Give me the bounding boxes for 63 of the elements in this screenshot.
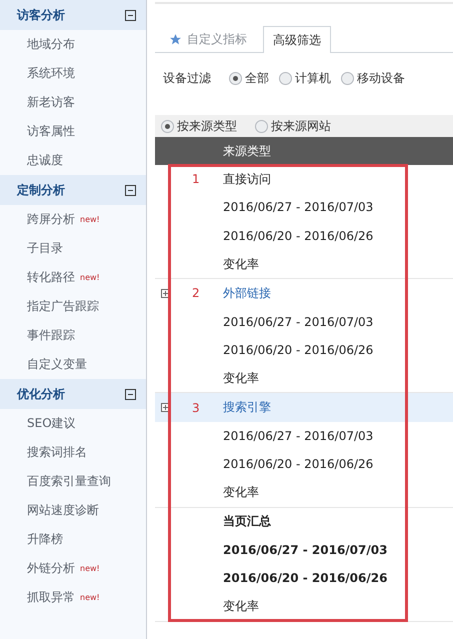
collapse-icon[interactable] bbox=[125, 184, 136, 196]
rank-number: 1 bbox=[192, 172, 201, 186]
sidebar-item[interactable]: 百度索引量查询 bbox=[27, 473, 111, 490]
sidebar-item[interactable]: 升降榜 bbox=[27, 531, 63, 548]
table-cell: 2016/06/20 - 2016/06/26 bbox=[223, 228, 374, 243]
rank-number: 2 bbox=[192, 286, 201, 300]
table-cell: 变化率 bbox=[223, 370, 259, 387]
sidebar-item[interactable]: 子目录 bbox=[27, 240, 63, 257]
new-label: new! bbox=[80, 215, 100, 224]
section-title: 优化分析 bbox=[17, 386, 65, 402]
section-header[interactable]: 访客分析 bbox=[0, 0, 146, 30]
table-cell: 变化率 bbox=[223, 598, 259, 616]
table-cell: 2016/06/20 - 2016/06/26 bbox=[223, 457, 374, 472]
table-cell: 2016/06/20 - 2016/06/26 bbox=[223, 342, 374, 357]
tab[interactable]: 高级筛选 bbox=[263, 26, 331, 53]
sidebar-item[interactable]: SEO建议 bbox=[27, 415, 76, 432]
table-cell: 2016/06/27 - 2016/07/03 bbox=[223, 200, 374, 214]
sidebar-item[interactable]: 指定广告跟踪 bbox=[27, 298, 99, 315]
radio-option[interactable]: 全部 bbox=[229, 70, 269, 86]
table-cell: 2016/06/27 - 2016/07/03 bbox=[223, 543, 388, 557]
sidebar-item[interactable]: 系统环境 bbox=[27, 65, 75, 82]
table-cell: 变化率 bbox=[223, 484, 259, 501]
tab[interactable]: 自定义指标 bbox=[159, 25, 257, 52]
radio-option[interactable]: 计算机 bbox=[279, 70, 331, 86]
sidebar-item[interactable]: 跨屏分析 bbox=[27, 211, 75, 228]
sidebar-item[interactable]: 外链分析 bbox=[27, 560, 75, 577]
section-header[interactable]: 优化分析 bbox=[0, 379, 146, 409]
new-label: new! bbox=[80, 273, 100, 282]
column-header: 来源类型 bbox=[223, 142, 271, 160]
source-name: 直接访问 bbox=[223, 170, 271, 188]
collapse-icon[interactable] bbox=[125, 388, 136, 400]
sidebar-item[interactable]: 搜索词排名 bbox=[27, 444, 87, 461]
new-label: new! bbox=[80, 593, 100, 602]
table-cell: 变化率 bbox=[223, 256, 259, 273]
sidebar-item[interactable]: 转化路径 bbox=[27, 269, 75, 286]
sidebar-item[interactable]: 自定义变量 bbox=[27, 356, 87, 373]
sidebar-item[interactable]: 访客属性 bbox=[27, 123, 75, 140]
sidebar-item[interactable]: 事件跟踪 bbox=[27, 327, 75, 344]
sidebar-item[interactable]: 抓取异常 bbox=[27, 589, 75, 606]
sidebar-item[interactable]: 新老访客 bbox=[27, 94, 75, 111]
section-title: 定制分析 bbox=[17, 182, 65, 198]
star-icon bbox=[169, 32, 182, 46]
section-title: 访客分析 bbox=[17, 6, 65, 24]
sidebar-item[interactable]: 地域分布 bbox=[27, 36, 75, 53]
rank-number: 3 bbox=[192, 400, 201, 415]
summary-title: 当页汇总 bbox=[223, 513, 271, 530]
source-link[interactable]: 搜索引擎 bbox=[223, 399, 271, 416]
sidebar-item[interactable]: 忠诚度 bbox=[27, 152, 63, 169]
table-cell: 2016/06/27 - 2016/07/03 bbox=[223, 314, 374, 329]
expand-icon[interactable] bbox=[161, 288, 170, 298]
new-label: new! bbox=[80, 564, 100, 573]
sidebar-item[interactable]: 网站速度诊断 bbox=[27, 502, 99, 519]
radio-option[interactable]: 按来源网站 bbox=[255, 118, 331, 134]
table-cell: 2016/06/27 - 2016/07/03 bbox=[223, 428, 374, 443]
table-cell: 2016/06/20 - 2016/06/26 bbox=[223, 571, 388, 586]
filter-label: 设备过滤 bbox=[163, 70, 211, 86]
radio-option[interactable]: 移动设备 bbox=[341, 70, 405, 86]
section-header[interactable]: 定制分析 bbox=[0, 175, 146, 205]
source-link[interactable]: 外部链接 bbox=[223, 284, 271, 302]
table-row[interactable]: 3 搜索引擎 bbox=[155, 393, 453, 422]
expand-icon[interactable] bbox=[161, 403, 170, 412]
collapse-icon[interactable] bbox=[125, 10, 136, 20]
radio-option[interactable]: 按来源类型 bbox=[161, 118, 237, 134]
